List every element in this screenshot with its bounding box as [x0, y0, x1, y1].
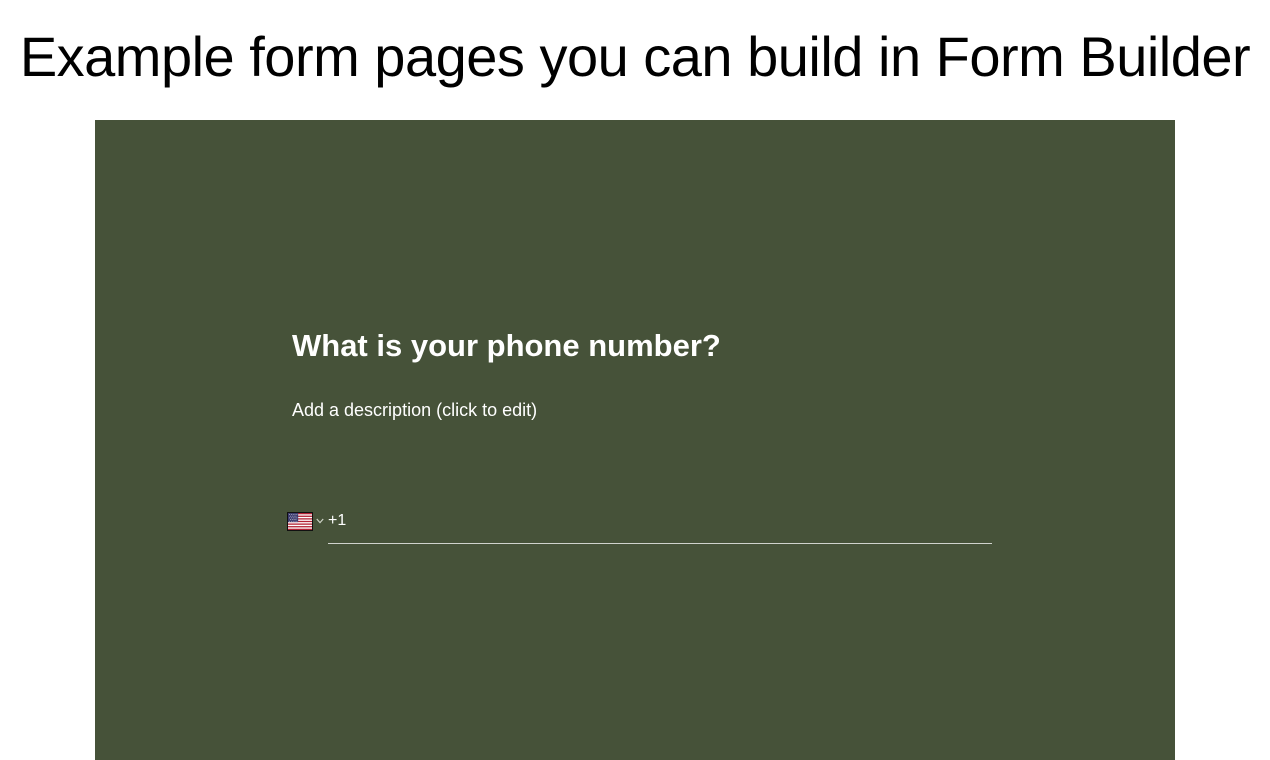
dial-code: +1 — [328, 512, 347, 529]
country-code-selector[interactable] — [287, 511, 324, 531]
us-flag-icon — [287, 511, 313, 531]
form-preview: What is your phone number? Add a descrip… — [95, 120, 1175, 760]
page-title: Example form pages you can build in Form… — [19, 25, 1251, 88]
phone-field: +1 — [328, 504, 992, 544]
question-title: What is your phone number? — [292, 328, 721, 363]
chevron-down-icon — [316, 518, 324, 524]
phone-input[interactable] — [352, 508, 982, 536]
question-description[interactable]: Add a description (click to edit) — [292, 398, 537, 422]
